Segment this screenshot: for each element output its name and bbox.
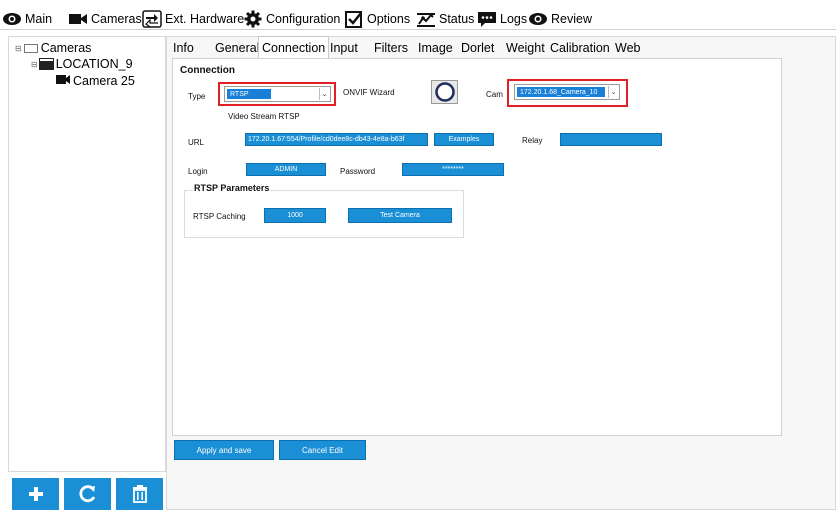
tab-weight[interactable]: Weight	[503, 38, 548, 58]
collapse-icon[interactable]: ⊟	[31, 60, 38, 69]
login-label: Login	[188, 167, 208, 176]
video-stream-label: Video Stream RTSP	[228, 112, 300, 121]
menu-logs-label: Logs	[500, 12, 528, 26]
menu-logs[interactable]: Logs	[477, 8, 527, 30]
examples-button[interactable]: Examples	[434, 133, 494, 146]
tab-input[interactable]: Input	[327, 38, 361, 58]
wizard-circle-icon	[434, 82, 455, 102]
menu-ext-hardware[interactable]: Ext. Hardware	[142, 8, 244, 30]
tree-location-label: LOCATION_9	[55, 57, 133, 71]
video-camera-icon	[55, 73, 71, 88]
menu-status[interactable]: Status	[416, 8, 474, 30]
main-menu-bar: Main Cameras Ext. Hardware Configuration…	[0, 8, 836, 30]
rtsp-parameters-title: RTSP Parameters	[193, 183, 271, 193]
tab-label: Connection	[262, 40, 326, 55]
menu-ext-hardware-label: Ext. Hardware	[165, 12, 245, 26]
tab-web[interactable]: Web	[612, 38, 643, 58]
hardware-arrows-icon	[142, 10, 162, 28]
menu-options-label: Options	[367, 12, 411, 26]
eye-icon	[2, 10, 22, 28]
menu-review[interactable]: Review	[528, 8, 592, 30]
refresh-icon	[78, 485, 95, 503]
tab-label: Image	[418, 41, 453, 55]
tab-filters[interactable]: Filters	[371, 38, 411, 58]
menu-main-label: Main	[25, 12, 53, 26]
menu-cameras[interactable]: Cameras	[68, 8, 142, 30]
camera-tree: ⊟ Cameras ⊟ LOCATION_9 Camera 25	[8, 36, 166, 472]
url-label: URL	[188, 138, 205, 147]
tab-dorlet[interactable]: Dorlet	[458, 38, 497, 58]
tab-calibration[interactable]: Calibration	[547, 38, 613, 58]
tab-label: Calibration	[550, 41, 610, 55]
add-button[interactable]	[12, 478, 59, 510]
menu-main[interactable]: Main	[2, 8, 52, 30]
tree-camera-label: Camera 25	[73, 73, 135, 88]
apply-and-save-button[interactable]: Apply and save	[174, 440, 274, 460]
tab-label: Filters	[374, 41, 409, 55]
eye-icon	[528, 10, 548, 28]
tree-root-cameras[interactable]: ⊟ Cameras	[15, 41, 91, 55]
status-chart-icon	[416, 10, 436, 28]
tab-label: Weight	[506, 41, 545, 55]
rtsp-caching-input[interactable]: 1000	[264, 208, 326, 223]
gear-icon	[243, 10, 263, 28]
menu-cameras-label: Cameras	[91, 12, 142, 26]
delete-button[interactable]	[116, 478, 163, 510]
chat-bubble-icon	[477, 10, 497, 28]
tab-label: Input	[330, 41, 358, 55]
tab-label: Dorlet	[461, 41, 495, 55]
video-camera-icon	[68, 10, 88, 28]
relay-input[interactable]	[560, 133, 662, 146]
cancel-edit-button[interactable]: Cancel Edit	[279, 440, 366, 460]
tab-connection[interactable]: Connection	[258, 36, 330, 58]
menu-configuration[interactable]: Configuration	[243, 8, 340, 30]
tree-location[interactable]: ⊟ LOCATION_9	[31, 57, 133, 71]
password-input[interactable]: ********	[402, 163, 504, 176]
onvif-wizard-label: ONVIF Wizard	[343, 88, 395, 97]
menu-status-label: Status	[439, 12, 475, 26]
type-highlight-box	[218, 82, 336, 106]
tab-label: Web	[615, 41, 641, 55]
relay-label: Relay	[522, 136, 543, 145]
menu-configuration-label: Configuration	[266, 12, 341, 26]
folder-icon	[23, 43, 38, 53]
type-label: Type	[188, 92, 206, 101]
collapse-icon[interactable]: ⊟	[15, 44, 22, 53]
tab-label: Info	[173, 41, 194, 55]
plus-icon	[28, 487, 43, 501]
cam-highlight-box	[507, 79, 628, 107]
password-label: Password	[340, 167, 376, 176]
cam-label: Cam	[486, 90, 503, 99]
url-input[interactable]: 172.20.1.67:554/Profile/cd0dee8c-db43-4e…	[245, 133, 428, 146]
checkbox-icon	[344, 10, 364, 28]
menu-options[interactable]: Options	[344, 8, 410, 30]
tab-general[interactable]: General	[212, 38, 262, 58]
tree-camera[interactable]: Camera 25	[55, 73, 135, 88]
trash-icon	[132, 485, 147, 503]
rtsp-caching-label: RTSP Caching	[193, 212, 246, 221]
test-camera-button[interactable]: Test Camera	[348, 208, 452, 223]
connection-section-title: Connection	[180, 65, 235, 76]
tab-image[interactable]: Image	[415, 38, 456, 58]
menu-review-label: Review	[551, 12, 592, 26]
refresh-button[interactable]	[64, 478, 111, 510]
location-icon	[38, 58, 54, 70]
tab-label: General	[215, 41, 260, 55]
tree-root-label: Cameras	[40, 41, 92, 55]
onvif-wizard-button[interactable]	[431, 80, 458, 104]
tab-info[interactable]: Info	[170, 38, 197, 58]
login-input[interactable]: ADMIN	[246, 163, 326, 176]
